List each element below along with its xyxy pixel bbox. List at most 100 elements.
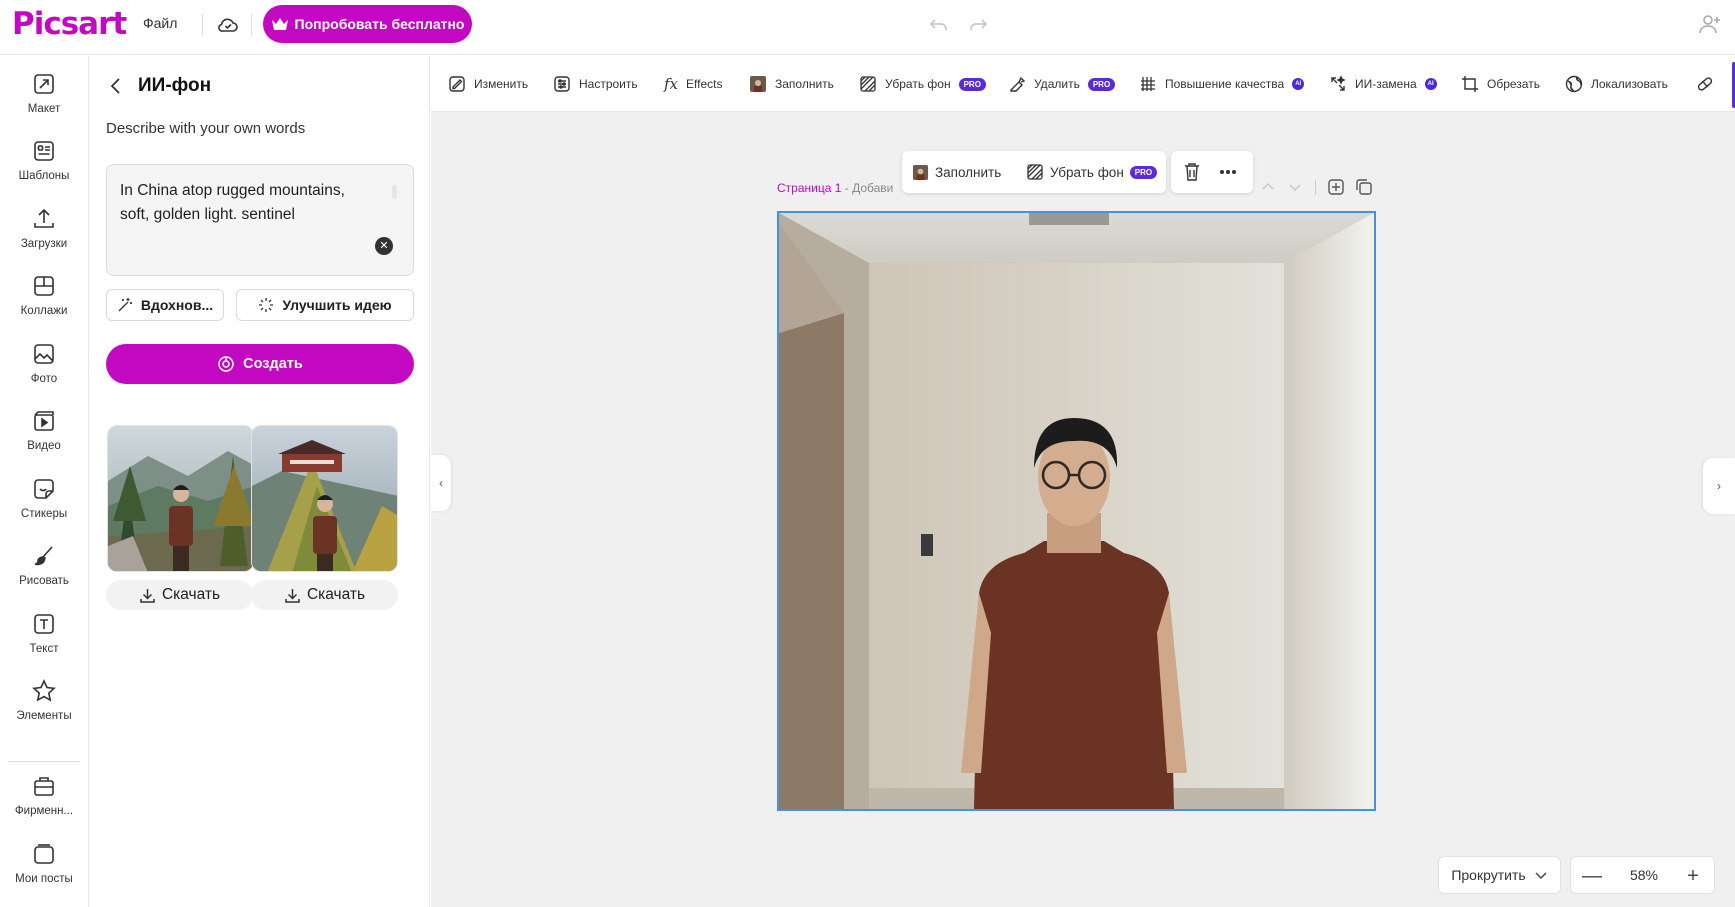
download-button-1[interactable]: Скачать	[106, 580, 253, 610]
zoom-in-button[interactable]: +	[1680, 863, 1706, 889]
download-icon	[285, 588, 300, 603]
brush-icon	[34, 546, 53, 566]
rail-item-templates[interactable]: Шаблоны	[0, 138, 88, 198]
tool-edit[interactable]: Изменить	[448, 73, 528, 95]
divider	[1315, 180, 1316, 195]
tool-fill[interactable]: Заполнить	[749, 73, 834, 95]
ai-badge: AI	[1424, 78, 1437, 90]
floating-actions: Заполнить Убрать фон PRO	[902, 151, 1166, 193]
share-user-icon[interactable]	[1697, 11, 1723, 37]
video-icon	[34, 411, 54, 431]
back-arrow-icon[interactable]	[106, 76, 126, 96]
page-number: Страница 1	[777, 181, 842, 195]
pro-badge: PRO	[1087, 77, 1116, 91]
prompt-input[interactable]: In China atop rugged mountains, soft, go…	[106, 164, 414, 276]
rail-item-label: Макет	[27, 103, 61, 115]
tool-adjust[interactable]: Настроить	[553, 73, 638, 95]
left-rail: Макет Шаблоны Загрузки Коллажи Фото Виде…	[0, 56, 89, 907]
rail-item-label: Элементы	[16, 710, 72, 722]
cloud-sync-icon[interactable]	[216, 13, 240, 37]
rail-item-label: Коллажи	[20, 305, 68, 317]
zoom-out-button[interactable]: —	[1579, 863, 1605, 889]
rail-item-brand-kit[interactable]: Фирменн...	[0, 773, 88, 833]
zoom-level[interactable]: 58%	[1621, 867, 1667, 883]
result-image-1	[108, 426, 253, 571]
fx-icon: fx	[664, 75, 679, 93]
brand-kit-icon	[34, 777, 54, 796]
tool-localize[interactable]: Локализовать	[1565, 73, 1668, 95]
download-label: Скачать	[306, 586, 366, 603]
file-menu[interactable]: Файл	[143, 15, 177, 31]
floating-remove-bg-button[interactable]: Убрать фон PRO	[1026, 162, 1158, 182]
tool-remove-label: Удалить	[1034, 77, 1080, 91]
prompt-text[interactable]: In China atop rugged mountains, soft, go…	[120, 182, 345, 223]
rail-item-collages[interactable]: Коллажи	[0, 273, 88, 333]
rail-item-text[interactable]: Текст	[0, 611, 88, 671]
rail-item-label: Видео	[27, 440, 61, 452]
tool-ai-replace-label: ИИ-замена	[1355, 77, 1417, 91]
rail-item-label: Мои посты	[15, 873, 73, 885]
result-image-2	[252, 426, 397, 571]
rail-item-layout[interactable]: Макет	[0, 71, 88, 131]
result-thumbnail-2[interactable]	[251, 425, 398, 572]
ai-badge: AI	[1292, 78, 1305, 90]
redo-icon[interactable]	[967, 14, 989, 36]
floating-more-actions	[1171, 151, 1253, 193]
tool-crop[interactable]: Обрезать	[1461, 73, 1540, 95]
trash-icon[interactable]	[1183, 162, 1201, 182]
add-page-icon[interactable]	[1327, 178, 1345, 196]
zoom-control: — 58% +	[1570, 856, 1715, 894]
tool-fill-label: Заполнить	[775, 77, 834, 91]
tool-more[interactable]	[1696, 73, 1714, 95]
rail-item-elements[interactable]: Элементы	[0, 678, 88, 738]
tool-ai-replace[interactable]: ИИ-замена AI	[1329, 73, 1437, 95]
tool-effects-label: Effects	[686, 77, 723, 91]
upload-icon	[34, 208, 54, 228]
tool-remove[interactable]: Удалить PRO	[1008, 73, 1116, 95]
picsart-logo[interactable]: Picsart	[12, 6, 127, 42]
edit-image-icon	[449, 76, 465, 92]
inspire-button[interactable]: Вдохнов...	[106, 289, 224, 321]
tool-enhance[interactable]: Повышение качества AI	[1139, 73, 1305, 95]
text-icon	[34, 614, 54, 634]
rail-item-draw[interactable]: Рисовать	[0, 543, 88, 603]
rail-item-label: Фирменн...	[14, 805, 74, 817]
more-options-icon[interactable]	[1219, 169, 1237, 175]
prompt-scrollbar[interactable]	[392, 185, 397, 199]
eraser-icon	[1010, 76, 1026, 92]
tool-remove-bg[interactable]: Убрать фон PRO	[859, 73, 986, 95]
globe-icon	[1565, 75, 1583, 93]
floating-context-bar: Заполнить Убрать фон PRO	[902, 151, 1253, 193]
expand-right-panel-button[interactable]: ›	[1703, 458, 1735, 514]
result-thumbnail-1[interactable]	[107, 425, 254, 572]
tool-remove-bg-label: Убрать фон	[885, 77, 951, 91]
canvas-photo[interactable]	[777, 211, 1376, 811]
page-up-icon[interactable]	[1259, 178, 1277, 196]
rail-item-my-posts[interactable]: Мои посты	[0, 841, 88, 901]
scroll-mode-select[interactable]: Прокрутить	[1438, 856, 1561, 894]
rail-item-uploads[interactable]: Загрузки	[0, 206, 88, 266]
page-add-title[interactable]: - Добави	[841, 181, 894, 195]
crop-icon	[1462, 76, 1478, 92]
sticker-icon	[34, 479, 54, 499]
improve-idea-label: Улучшить идею	[282, 297, 392, 313]
improve-idea-button[interactable]: Улучшить идею	[236, 289, 414, 321]
rail-item-video[interactable]: Видео	[0, 408, 88, 468]
duplicate-page-icon[interactable]	[1355, 178, 1373, 196]
collapse-panel-button[interactable]: ‹	[431, 455, 451, 511]
floating-fill-button[interactable]: Заполнить	[912, 162, 1001, 182]
create-button[interactable]: Создать	[106, 344, 414, 384]
undo-icon[interactable]	[928, 14, 950, 36]
clear-prompt-icon[interactable]: ✕	[375, 237, 393, 255]
adjust-icon	[554, 76, 570, 92]
page-down-icon[interactable]	[1286, 178, 1304, 196]
tool-effects[interactable]: fx Effects	[664, 73, 722, 95]
download-button-2[interactable]: Скачать	[251, 580, 398, 610]
page-label[interactable]: Страница 1 - Добави	[777, 181, 893, 195]
rail-item-stickers[interactable]: Стикеры	[0, 476, 88, 536]
rail-item-photo[interactable]: Фото	[0, 341, 88, 401]
collage-icon	[34, 276, 54, 296]
pro-badge: PRO	[958, 77, 986, 91]
try-free-button[interactable]: Попробовать бесплатно	[263, 5, 472, 43]
tool-crop-label: Обрезать	[1487, 77, 1540, 91]
